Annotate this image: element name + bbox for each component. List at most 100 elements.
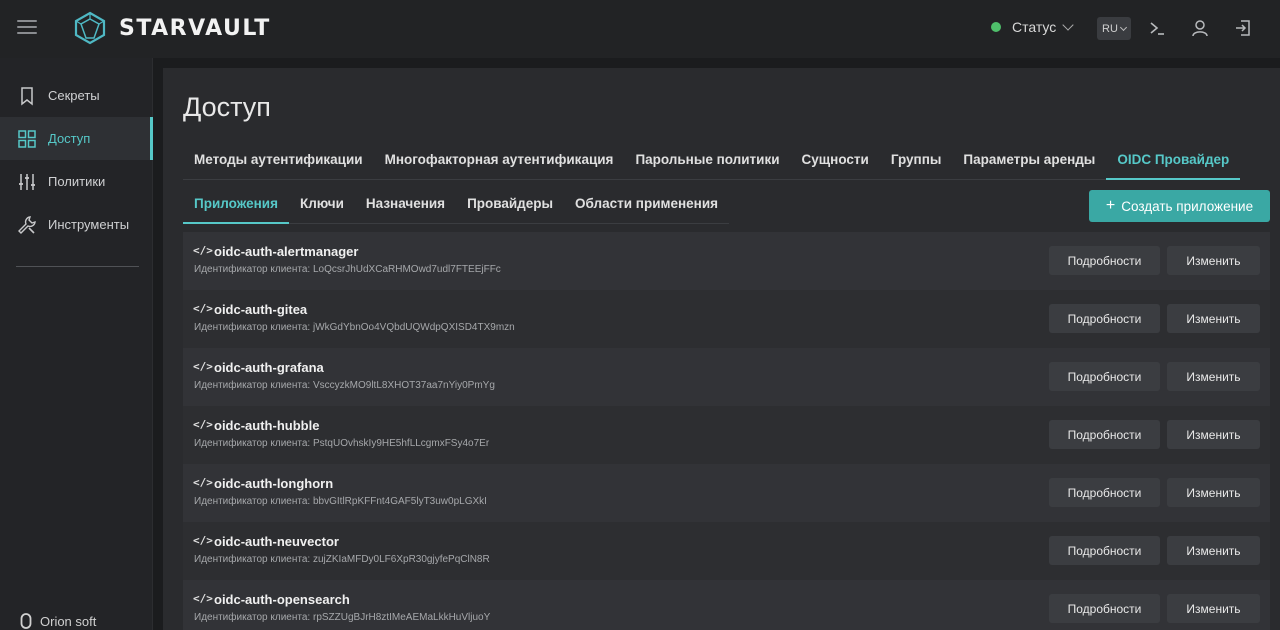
details-button[interactable]: Подробности	[1049, 536, 1160, 565]
menu-icon[interactable]	[17, 20, 37, 36]
code-icon: </>	[193, 418, 213, 431]
orion-footer: Orion soft	[20, 613, 96, 629]
bookmark-icon	[17, 86, 37, 106]
edit-button[interactable]: Изменить	[1167, 304, 1260, 333]
sidebar-item-policies[interactable]: Политики	[0, 160, 153, 203]
orion-label: Orion soft	[40, 613, 97, 629]
client-id-value: bbvGItlRpKFFnt4GAF5lyT3uw0pLGXkI	[312, 496, 487, 507]
client-id: Идентификатор клиента: LoQcsrJhUdXCaRHMO…	[194, 264, 501, 275]
language-select[interactable]: RU	[1097, 17, 1131, 40]
client-id-label: Идентификатор клиента:	[194, 612, 311, 623]
sidebar-item-label: Секреты	[48, 88, 100, 103]
list-item[interactable]: </> oidc-auth-hubble Идентификатор клиен…	[183, 406, 1270, 464]
client-id-label: Идентификатор клиента:	[194, 322, 311, 333]
sidebar-divider	[16, 266, 139, 267]
applications-list: </> oidc-auth-alertmanager Идентификатор…	[183, 232, 1270, 630]
create-application-label: Создать приложение	[1121, 198, 1254, 214]
sidebar: Секреты Доступ Политики Инструменты Orio…	[0, 58, 153, 630]
tab-oidc-provider[interactable]: OIDC Провайдер	[1106, 142, 1241, 180]
client-id-value: rpSZZUgBJrH8ztIMeAEMaLkkHuVljuoY	[312, 612, 491, 623]
edit-button[interactable]: Изменить	[1167, 420, 1260, 449]
sidebar-item-tools[interactable]: Инструменты	[0, 203, 153, 246]
sidebar-item-label: Политики	[48, 174, 106, 189]
status-label: Статус	[1012, 19, 1057, 35]
client-id-label: Идентификатор клиента:	[194, 380, 311, 391]
terminal-icon[interactable]	[1147, 18, 1167, 38]
list-item[interactable]: </> oidc-auth-longhorn Идентификатор кли…	[183, 464, 1270, 522]
list-item[interactable]: </> oidc-auth-gitea Идентификатор клиент…	[183, 290, 1270, 348]
tab-groups[interactable]: Группы	[880, 142, 953, 180]
details-button[interactable]: Подробности	[1049, 594, 1160, 623]
tab-mfa[interactable]: Многофакторная аутентификация	[374, 142, 625, 180]
chevron-down-icon	[1062, 18, 1074, 31]
client-id: Идентификатор клиента: jWkGdYbnOo4VQbdUQ…	[194, 322, 515, 333]
details-button[interactable]: Подробности	[1049, 362, 1160, 391]
app-name: oidc-auth-hubble	[214, 418, 320, 433]
subtab-providers[interactable]: Провайдеры	[456, 187, 564, 224]
details-button[interactable]: Подробности	[1049, 304, 1160, 333]
sidebar-item-label: Доступ	[48, 131, 91, 146]
edit-button[interactable]: Изменить	[1167, 362, 1260, 391]
client-id-label: Идентификатор клиента:	[194, 554, 311, 565]
sidebar-item-secrets[interactable]: Секреты	[0, 74, 153, 117]
language-label: RU	[1102, 22, 1118, 35]
edit-button[interactable]: Изменить	[1167, 594, 1260, 623]
client-id-label: Идентификатор клиента:	[194, 496, 311, 507]
app-logo[interactable]: STARVAULT	[73, 11, 271, 45]
secondary-tabs: Приложения Ключи Назначения Провайдеры О…	[183, 187, 729, 224]
app-name: oidc-auth-neuvector	[214, 534, 339, 549]
client-id-label: Идентификатор клиента:	[194, 264, 311, 275]
app-name: oidc-auth-longhorn	[214, 476, 334, 491]
client-id: Идентификатор клиента: PstqUOvhskIy9HE5h…	[194, 438, 489, 449]
primary-tabs: Методы аутентификации Многофакторная аут…	[183, 142, 1241, 180]
client-id-value: LoQcsrJhUdXCaRHMOwd7udl7FTEEjFFc	[312, 264, 501, 275]
subtab-scopes[interactable]: Области применения	[564, 187, 729, 224]
client-id-value: jWkGdYbnOo4VQbdUQWdpQXISD4TX9mzn	[312, 322, 515, 333]
app-name: oidc-auth-grafana	[214, 360, 324, 375]
client-id: Идентификатор клиента: rpSZZUgBJrH8ztIMe…	[194, 612, 490, 623]
details-button[interactable]: Подробности	[1049, 420, 1160, 449]
client-id: Идентификатор клиента: zujZKIaMFDy0LF6Xp…	[194, 554, 490, 565]
orion-logo-icon	[20, 613, 32, 629]
logout-icon[interactable]	[1233, 18, 1253, 38]
app-name: STARVAULT	[119, 15, 271, 41]
chevron-down-icon	[1119, 23, 1127, 31]
create-application-button[interactable]: + Создать приложение	[1089, 190, 1270, 222]
edit-button[interactable]: Изменить	[1167, 536, 1260, 565]
edit-button[interactable]: Изменить	[1167, 246, 1260, 275]
details-button[interactable]: Подробности	[1049, 478, 1160, 507]
list-item[interactable]: </> oidc-auth-neuvector Идентификатор кл…	[183, 522, 1270, 580]
details-button[interactable]: Подробности	[1049, 246, 1160, 275]
top-bar: STARVAULT Статус RU	[0, 0, 1280, 58]
client-id-value: zujZKIaMFDy0LF6XpR30gjyfePqClN8R	[312, 554, 490, 565]
tab-password-policies[interactable]: Парольные политики	[624, 142, 790, 180]
subtab-assignments[interactable]: Назначения	[355, 187, 456, 224]
client-id-label: Идентификатор клиента:	[194, 438, 311, 449]
status-dropdown[interactable]: Статус	[991, 18, 1074, 35]
list-item[interactable]: </> oidc-auth-alertmanager Идентификатор…	[183, 232, 1270, 290]
client-id: Идентификатор клиента: VsccyzkMO9ltL8XHO…	[194, 380, 495, 391]
app-name: oidc-auth-gitea	[214, 302, 308, 317]
grid-icon	[17, 129, 37, 149]
tab-entities[interactable]: Сущности	[791, 142, 880, 180]
tab-lease-params[interactable]: Параметры аренды	[952, 142, 1106, 180]
user-icon[interactable]	[1190, 18, 1210, 38]
code-icon: </>	[193, 302, 213, 315]
list-item[interactable]: </> oidc-auth-grafana Идентификатор клие…	[183, 348, 1270, 406]
subtab-applications[interactable]: Приложения	[183, 187, 289, 224]
list-item[interactable]: </> oidc-auth-opensearch Идентификатор к…	[183, 580, 1270, 630]
app-name: oidc-auth-alertmanager	[214, 244, 359, 259]
app-name: oidc-auth-opensearch	[214, 592, 350, 607]
sidebar-item-access[interactable]: Доступ	[0, 117, 153, 160]
plus-icon: +	[1105, 197, 1116, 214]
sidebar-item-label: Инструменты	[48, 217, 130, 232]
edit-button[interactable]: Изменить	[1167, 478, 1260, 507]
code-icon: </>	[193, 534, 213, 547]
code-icon: </>	[193, 360, 213, 373]
main-content: Доступ Методы аутентификации Многофактор…	[163, 68, 1280, 630]
tab-auth-methods[interactable]: Методы аутентификации	[183, 142, 374, 180]
status-indicator	[991, 22, 1001, 32]
client-id-value: VsccyzkMO9ltL8XHOT37aa7nYiy0PmYg	[312, 380, 495, 391]
client-id: Идентификатор клиента: bbvGItlRpKFFnt4GA…	[194, 496, 487, 507]
subtab-keys[interactable]: Ключи	[289, 187, 355, 224]
